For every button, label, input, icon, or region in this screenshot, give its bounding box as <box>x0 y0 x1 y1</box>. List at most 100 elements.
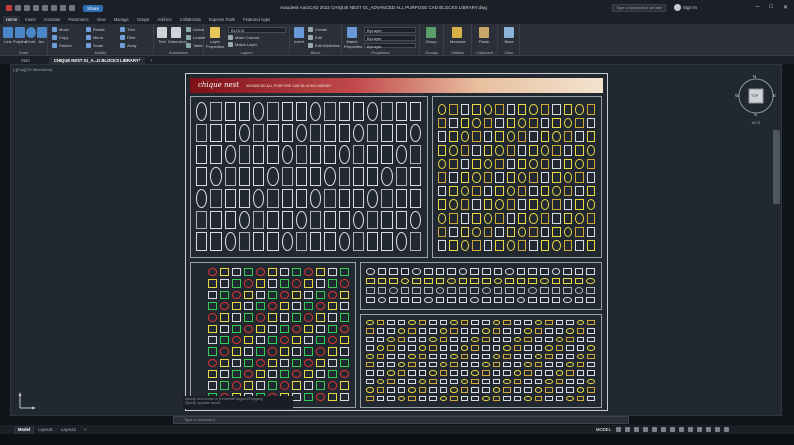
sanitary-block[interactable] <box>460 213 470 224</box>
elevation-block[interactable] <box>340 381 349 390</box>
furniture-block[interactable] <box>196 210 208 230</box>
furniture-block[interactable] <box>324 188 336 208</box>
layout-block[interactable] <box>418 320 427 326</box>
layout-block[interactable] <box>366 378 374 385</box>
elevation-block[interactable] <box>340 347 349 356</box>
rotate-button[interactable]: Rotate <box>86 27 105 32</box>
sanitary-block[interactable] <box>438 199 447 211</box>
sanitary-block[interactable] <box>540 104 550 115</box>
plan-block[interactable] <box>586 277 595 284</box>
furniture-block[interactable] <box>381 167 393 186</box>
elevation-block[interactable] <box>328 358 337 367</box>
layout-block[interactable] <box>471 378 479 385</box>
command-input[interactable]: Type a command <box>173 416 629 424</box>
elevation-block[interactable] <box>292 336 301 345</box>
stretch-button[interactable]: Stretch <box>52 43 72 48</box>
linetype-dropdown[interactable]: ByLayer <box>364 43 416 49</box>
model-space-toggle[interactable]: MODEL <box>596 427 611 432</box>
sanitary-block[interactable] <box>552 199 561 211</box>
layout-block[interactable] <box>439 378 448 385</box>
furniture-block[interactable] <box>324 210 336 230</box>
furniture-block[interactable] <box>395 210 407 230</box>
layout-block[interactable] <box>387 345 395 351</box>
furniture-block[interactable] <box>238 232 250 251</box>
layout-block[interactable] <box>439 353 448 359</box>
plan-block[interactable] <box>412 268 421 275</box>
arc-tool[interactable]: Arc <box>36 27 47 44</box>
elevation-block[interactable] <box>268 268 277 277</box>
plan-block[interactable] <box>400 287 410 294</box>
layout-block[interactable] <box>534 336 543 343</box>
save-as-icon[interactable] <box>42 5 48 11</box>
furniture-block[interactable] <box>338 188 350 208</box>
layout-block[interactable] <box>566 328 574 334</box>
elevation-block[interactable] <box>208 324 217 333</box>
furniture-block[interactable] <box>409 145 421 165</box>
elevation-block[interactable] <box>268 347 277 356</box>
layout-block[interactable] <box>408 378 416 385</box>
furniture-block[interactable] <box>409 188 421 208</box>
layout-block[interactable] <box>408 353 416 359</box>
layout-block[interactable] <box>513 320 522 326</box>
plan-block[interactable] <box>528 296 537 303</box>
furniture-block[interactable] <box>324 102 336 121</box>
elevation-block[interactable] <box>232 381 241 390</box>
layout-block[interactable] <box>471 345 479 351</box>
sanitary-block[interactable] <box>552 104 561 115</box>
layout-block[interactable] <box>524 336 532 343</box>
furniture-block[interactable] <box>352 210 364 230</box>
plan-block[interactable] <box>505 277 514 284</box>
furniture-block[interactable] <box>338 167 350 186</box>
furniture-block[interactable] <box>267 210 279 230</box>
sanitary-block[interactable] <box>506 240 515 251</box>
sanitary-block[interactable] <box>563 172 573 183</box>
plan-block[interactable] <box>424 268 433 275</box>
layout-block[interactable] <box>366 320 374 326</box>
elevation-block[interactable] <box>268 336 277 345</box>
layout-block[interactable] <box>450 328 458 334</box>
elevation-block[interactable] <box>340 324 349 333</box>
elevation-block[interactable] <box>244 381 253 390</box>
measure-button[interactable]: Measure <box>450 27 466 44</box>
furniture-block[interactable] <box>367 210 379 230</box>
elevation-block[interactable] <box>244 324 253 333</box>
units-icon[interactable] <box>688 427 693 432</box>
layout-block[interactable] <box>366 336 374 343</box>
elevation-block[interactable] <box>268 381 277 390</box>
plan-block[interactable] <box>563 277 572 284</box>
sanitary-block[interactable] <box>495 131 504 142</box>
elevation-block[interactable] <box>328 381 337 390</box>
layout-tab-model[interactable]: Model <box>14 425 35 434</box>
elevation-block[interactable] <box>256 302 265 311</box>
plan-block[interactable] <box>540 277 549 284</box>
layout-block[interactable] <box>460 336 469 343</box>
insert-block-button[interactable]: Insert <box>292 27 306 44</box>
furniture-block[interactable] <box>267 188 279 208</box>
elevation-block[interactable] <box>220 290 229 299</box>
layout-block[interactable] <box>524 320 532 326</box>
plan-block[interactable] <box>482 277 491 284</box>
furniture-block[interactable] <box>238 167 250 186</box>
layout-block[interactable] <box>418 353 427 359</box>
layout-block[interactable] <box>366 328 374 334</box>
layout-block[interactable] <box>429 362 437 368</box>
customize-icon[interactable] <box>724 427 729 432</box>
furniture-block[interactable] <box>281 123 293 143</box>
sanitary-block[interactable] <box>552 226 561 238</box>
elevation-block[interactable] <box>328 268 337 277</box>
sanitary-block[interactable] <box>586 240 595 251</box>
layout-block[interactable] <box>566 395 574 401</box>
plan-block[interactable] <box>389 277 398 284</box>
layout-block[interactable] <box>513 378 522 385</box>
sanitary-block[interactable] <box>449 104 458 115</box>
furniture-block[interactable] <box>381 232 393 251</box>
layout-block[interactable] <box>450 387 458 393</box>
sanitary-block[interactable] <box>506 144 515 156</box>
sanitary-block[interactable] <box>563 131 573 142</box>
sign-in-button[interactable]: Sign In <box>674 4 697 11</box>
elevation-block[interactable] <box>244 347 253 356</box>
elevation-block[interactable] <box>208 290 217 299</box>
layout-block[interactable] <box>566 387 574 393</box>
elevation-block[interactable] <box>220 336 229 345</box>
dimension-tool[interactable]: Dimension <box>168 27 187 44</box>
